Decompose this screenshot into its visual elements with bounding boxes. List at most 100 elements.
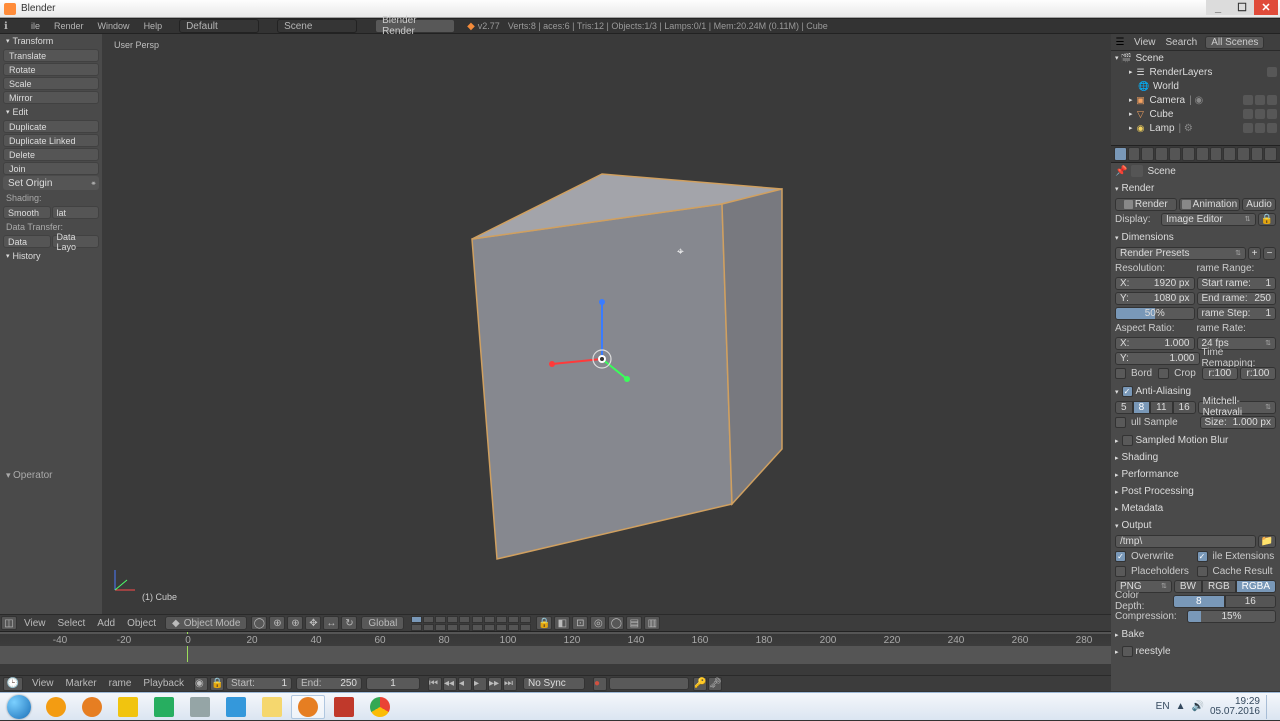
sync-select[interactable]: No Sync: [523, 677, 585, 690]
panel-fs-head[interactable]: reestyle: [1111, 644, 1280, 659]
cs-rgba[interactable]: RGBA: [1236, 580, 1276, 593]
tab-object-icon[interactable]: [1169, 147, 1182, 161]
start-button[interactable]: [0, 693, 38, 721]
panel-output-head[interactable]: Output: [1111, 518, 1280, 533]
tab-physics-icon[interactable]: [1264, 147, 1277, 161]
layout-selector[interactable]: Default: [179, 19, 259, 33]
overwrite-check[interactable]: ✓: [1115, 551, 1126, 562]
aa-size-field[interactable]: Size:1.000 px: [1200, 416, 1277, 429]
object-menu[interactable]: Object: [121, 618, 162, 629]
res-y-field[interactable]: Y:1080 px: [1115, 292, 1195, 305]
tab-data-icon[interactable]: [1210, 147, 1223, 161]
tab-scene-icon[interactable]: [1141, 147, 1154, 161]
tab-renderlayers-icon[interactable]: [1128, 147, 1141, 161]
outliner-scene[interactable]: ▾🎬Scene: [1111, 51, 1280, 65]
taskbar-wmp-icon[interactable]: [39, 695, 73, 719]
outliner-renderlayers[interactable]: ▸☰RenderLayers: [1111, 65, 1280, 79]
tab-texture-icon[interactable]: [1237, 147, 1250, 161]
editor-type-icon[interactable]: ℹ: [4, 21, 24, 32]
taskbar-explorer-icon[interactable]: [255, 695, 289, 719]
panel-smb-head[interactable]: Sampled Motion Blur: [1111, 433, 1280, 448]
browse-icon[interactable]: 📁: [1258, 535, 1276, 548]
menu-window[interactable]: Window: [91, 21, 137, 31]
taskbar-blender2-icon[interactable]: [291, 695, 325, 719]
taskbar-chrome-icon[interactable]: [363, 695, 397, 719]
translate-button[interactable]: Translate: [3, 49, 99, 62]
auto-keyframe-icon[interactable]: ◉: [194, 677, 208, 691]
smb-check[interactable]: [1122, 435, 1133, 446]
tab-material-icon[interactable]: [1223, 147, 1236, 161]
lock-display-icon[interactable]: 🔒: [1258, 213, 1276, 226]
keyframe-next-icon[interactable]: ▸▸: [488, 677, 502, 691]
panel-meta-head[interactable]: Metadata: [1111, 501, 1280, 516]
res-x-field[interactable]: X:1920 px: [1115, 277, 1195, 290]
outliner-search-menu[interactable]: Search: [1161, 37, 1203, 48]
maximize-button[interactable]: ☐: [1230, 0, 1254, 15]
cs-bw[interactable]: BW: [1174, 580, 1202, 593]
delete-button[interactable]: Delete: [3, 148, 99, 161]
taskbar-python-icon[interactable]: [219, 695, 253, 719]
depth-16[interactable]: 16: [1225, 595, 1277, 608]
insert-key-icon[interactable]: 🔑: [693, 677, 707, 691]
panel-bake-head[interactable]: Bake: [1111, 627, 1280, 642]
outliner-lamp[interactable]: ▸◉Lamp| ⚙: [1111, 121, 1280, 135]
select-menu[interactable]: Select: [52, 618, 92, 629]
view-menu[interactable]: View: [18, 618, 52, 629]
viewport-3d[interactable]: User Persp ⌖ (1) Cube: [102, 34, 1111, 614]
duplicate-linked-button[interactable]: Duplicate Linked: [3, 134, 99, 147]
aa-filter-select[interactable]: Mitchell-Netravali: [1198, 401, 1276, 414]
set-origin-button[interactable]: Set Origin: [3, 176, 99, 190]
close-button[interactable]: ✕: [1254, 0, 1278, 15]
mode-select[interactable]: ◆ Object Mode: [165, 616, 247, 630]
manipulator-rotate-icon[interactable]: ↻: [341, 616, 357, 630]
panel-pp-head[interactable]: Post Processing: [1111, 484, 1280, 499]
proportional-edit-icon[interactable]: ◯: [608, 616, 624, 630]
outliner-world[interactable]: 🌐World: [1111, 79, 1280, 93]
data-button[interactable]: Data: [3, 235, 51, 248]
shade-flat-button[interactable]: lat: [52, 206, 100, 219]
tray-lang[interactable]: EN: [1156, 701, 1170, 712]
panel-render-head[interactable]: Render: [1111, 181, 1280, 196]
audio-button[interactable]: Audio: [1242, 198, 1276, 211]
aspect-x-field[interactable]: X:1.000: [1115, 337, 1195, 350]
rotate-button[interactable]: Rotate: [3, 63, 99, 76]
layers-grid[interactable]: [411, 616, 531, 631]
manipulator-translate-icon[interactable]: ↔: [323, 616, 339, 630]
pivot-align-icon[interactable]: ⊕: [287, 616, 303, 630]
aa-8[interactable]: 8: [1133, 401, 1151, 414]
scene-selector[interactable]: Scene: [277, 19, 357, 33]
output-path-field[interactable]: /tmp\: [1115, 535, 1256, 548]
end-frame-prop[interactable]: End rame:250: [1197, 292, 1277, 305]
display-select[interactable]: Image Editor: [1161, 213, 1256, 226]
preset-remove-icon[interactable]: −: [1263, 247, 1276, 260]
outliner[interactable]: ▾🎬Scene ▸☰RenderLayers 🌐World ▸▣Camera| …: [1111, 51, 1280, 145]
cube-mesh[interactable]: [412, 164, 812, 577]
panel-perf-head[interactable]: Performance: [1111, 467, 1280, 482]
lock-time-icon[interactable]: 🔒: [210, 677, 224, 691]
placeholders-check[interactable]: [1115, 566, 1126, 577]
tab-modifiers-icon[interactable]: [1196, 147, 1209, 161]
viewport-shading-icon[interactable]: ◯: [251, 616, 267, 630]
jump-start-icon[interactable]: ⏮: [428, 677, 442, 691]
jump-end-icon[interactable]: ⏭: [503, 677, 517, 691]
tab-particles-icon[interactable]: [1251, 147, 1264, 161]
minimize-button[interactable]: _: [1206, 0, 1230, 15]
start-frame-prop[interactable]: Start rame:1: [1197, 277, 1277, 290]
outliner-cube[interactable]: ▸▽Cube: [1111, 107, 1280, 121]
taskbar-notepad-icon[interactable]: [111, 695, 145, 719]
remap-old-field[interactable]: r:100: [1202, 367, 1238, 380]
outliner-filter[interactable]: All Scenes: [1205, 36, 1264, 49]
panel-edit[interactable]: Edit: [0, 105, 102, 119]
render-preview-icon[interactable]: ▥: [644, 616, 660, 630]
taskbar-acrobat-icon[interactable]: [327, 695, 361, 719]
fileext-check[interactable]: ✓: [1197, 551, 1208, 562]
keying-set-field[interactable]: [609, 677, 689, 690]
fullsample-check[interactable]: [1115, 417, 1126, 428]
fs-check[interactable]: [1122, 646, 1133, 657]
remap-new-field[interactable]: r:100: [1240, 367, 1276, 380]
tray-network-icon[interactable]: 🔊: [1191, 701, 1203, 712]
timeline-marker-menu[interactable]: Marker: [60, 678, 103, 689]
outliner-view-menu[interactable]: View: [1129, 37, 1161, 48]
renderlayer-toggle-icon[interactable]: [1267, 67, 1277, 77]
aa-16[interactable]: 16: [1173, 401, 1196, 414]
